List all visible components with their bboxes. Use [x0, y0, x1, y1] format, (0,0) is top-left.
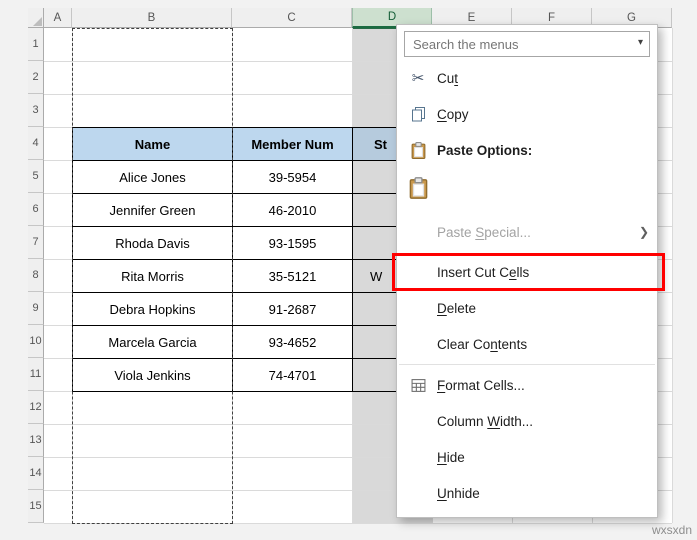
- menu-item-label: Copy: [437, 107, 469, 122]
- cell-B9[interactable]: Debra Hopkins: [72, 292, 233, 326]
- menu-item-unhide[interactable]: Unhide: [397, 475, 657, 511]
- cell-B8[interactable]: Rita Morris: [72, 259, 233, 293]
- row-header-2[interactable]: 2: [28, 61, 44, 94]
- row-header-8[interactable]: 8: [28, 259, 44, 292]
- menu-item-label: Hide: [437, 450, 465, 465]
- row-header-1[interactable]: 1: [28, 28, 44, 61]
- cell-B7[interactable]: Rhoda Davis: [72, 226, 233, 260]
- menu-items: ✂ Cut Copy Paste Options: Paste Special... ❯ I…: [397, 60, 657, 511]
- row-header-15[interactable]: 15: [28, 490, 44, 523]
- row-header-3[interactable]: 3: [28, 94, 44, 127]
- menu-item-label: Unhide: [437, 486, 480, 501]
- cell-B6[interactable]: Jennifer Green: [72, 193, 233, 227]
- scissors-glyph: ✂: [412, 69, 425, 87]
- cell-B4[interactable]: Name: [72, 127, 233, 161]
- menu-item-paste[interactable]: [397, 168, 657, 208]
- row-header-7[interactable]: 7: [28, 226, 44, 259]
- menu-item-column-width[interactable]: Column Width...: [397, 403, 657, 439]
- row-header-10[interactable]: 10: [28, 325, 44, 358]
- menu-item-label: Format Cells...: [437, 378, 525, 393]
- menu-item-hide[interactable]: Hide: [397, 439, 657, 475]
- menu-item-label: Paste Special...: [437, 225, 531, 240]
- menu-item-paste-special: Paste Special... ❯: [397, 214, 657, 250]
- menu-item-label: Clear Contents: [437, 337, 527, 352]
- menu-item-delete[interactable]: Delete: [397, 290, 657, 326]
- menu-item-format-cells[interactable]: Format Cells...: [397, 367, 657, 403]
- row-header-6[interactable]: 6: [28, 193, 44, 226]
- menu-item-clear-contents[interactable]: Clear Contents: [397, 326, 657, 362]
- column-header-C[interactable]: C: [232, 8, 352, 28]
- copy-icon: [406, 106, 430, 122]
- row-header-5[interactable]: 5: [28, 160, 44, 193]
- cell-C11[interactable]: 74-4701: [232, 358, 353, 392]
- submenu-arrow-icon: ❯: [639, 225, 649, 239]
- menu-item-label: Cut: [437, 71, 458, 86]
- row-header-4[interactable]: 4: [28, 127, 44, 160]
- menu-item-insert-cut-cells[interactable]: Insert Cut Cells: [397, 254, 657, 290]
- format-icon: [406, 378, 430, 393]
- cell-B10[interactable]: Marcela Garcia: [72, 325, 233, 359]
- menu-item-cut[interactable]: ✂ Cut: [397, 60, 657, 96]
- menu-item-label: Delete: [437, 301, 476, 316]
- column-header-B[interactable]: B: [72, 8, 232, 28]
- menu-item-copy[interactable]: Copy: [397, 96, 657, 132]
- context-menu: ▾ ✂ Cut Copy Paste Options: Paste Special...…: [396, 24, 658, 518]
- menu-item-label: Insert Cut Cells: [437, 265, 529, 280]
- clipboard-large-icon: [406, 177, 430, 199]
- cell-C8[interactable]: 35-5121: [232, 259, 353, 293]
- clipboard-icon: [406, 142, 430, 159]
- column-header-A[interactable]: A: [44, 8, 72, 28]
- watermark: wxsxdn: [652, 523, 692, 537]
- cell-C6[interactable]: 46-2010: [232, 193, 353, 227]
- menu-search: ▾: [404, 31, 650, 57]
- cell-C10[interactable]: 93-4652: [232, 325, 353, 359]
- menu-item-paste-options[interactable]: Paste Options:: [397, 132, 657, 168]
- select-all-button[interactable]: [28, 8, 44, 28]
- row-header-13[interactable]: 13: [28, 424, 44, 457]
- cell-C4[interactable]: Member Num: [232, 127, 353, 161]
- menu-search-input[interactable]: [404, 31, 650, 57]
- row-header-12[interactable]: 12: [28, 391, 44, 424]
- chevron-down-icon[interactable]: ▾: [638, 37, 643, 48]
- menu-item-label: Paste Options:: [437, 143, 532, 158]
- gridline: [672, 28, 673, 523]
- menu-separator: [399, 364, 655, 365]
- cell-C9[interactable]: 91-2687: [232, 292, 353, 326]
- menu-item-label: Column Width...: [437, 414, 533, 429]
- scissors-icon: ✂: [406, 69, 430, 87]
- row-header-9[interactable]: 9: [28, 292, 44, 325]
- cell-C7[interactable]: 93-1595: [232, 226, 353, 260]
- cell-B5[interactable]: Alice Jones: [72, 160, 233, 194]
- cell-B11[interactable]: Viola Jenkins: [72, 358, 233, 392]
- gridline: [44, 523, 672, 524]
- row-header-11[interactable]: 11: [28, 358, 44, 391]
- cell-C5[interactable]: 39-5954: [232, 160, 353, 194]
- row-header-14[interactable]: 14: [28, 457, 44, 490]
